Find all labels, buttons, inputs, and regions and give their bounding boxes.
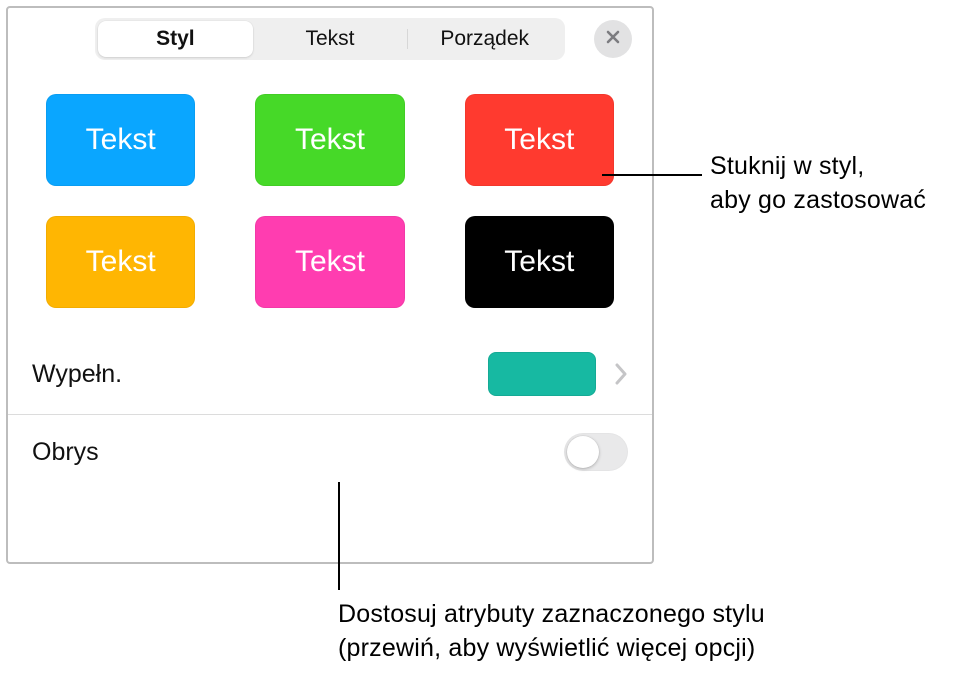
format-panel: Styl Tekst Porządek Tekst Tekst Tekst Te… — [6, 6, 654, 564]
fill-color-chip[interactable] — [488, 352, 596, 396]
fill-row[interactable]: Wypełn. — [8, 334, 652, 414]
style-swatch[interactable]: Tekst — [46, 216, 195, 308]
segmented-control: Styl Tekst Porządek — [95, 18, 565, 60]
tab-label: Tekst — [306, 27, 355, 51]
callout-text: Stuknij w styl, aby go zastosować — [710, 150, 960, 218]
style-swatch[interactable]: Tekst — [465, 94, 614, 186]
style-swatch[interactable]: Tekst — [46, 94, 195, 186]
swatch-label: Tekst — [295, 245, 365, 279]
fill-label: Wypełn. — [32, 360, 122, 389]
tab-arrange[interactable]: Porządek — [407, 21, 562, 57]
tab-label: Styl — [156, 27, 195, 51]
style-swatch[interactable]: Tekst — [465, 216, 614, 308]
tab-style[interactable]: Styl — [98, 21, 253, 57]
swatch-label: Tekst — [504, 245, 574, 279]
border-toggle[interactable] — [564, 433, 628, 471]
fill-value-group — [488, 352, 628, 396]
tab-text[interactable]: Tekst — [253, 21, 408, 57]
border-row: Obrys — [8, 414, 652, 489]
close-button[interactable] — [594, 20, 632, 58]
tab-bar: Styl Tekst Porządek — [8, 8, 652, 74]
chevron-right-icon — [614, 363, 628, 385]
style-swatch-grid: Tekst Tekst Tekst Tekst Tekst Tekst — [8, 74, 652, 316]
swatch-label: Tekst — [86, 245, 156, 279]
style-swatch[interactable]: Tekst — [255, 216, 404, 308]
border-label: Obrys — [32, 438, 99, 467]
callout-leader-line — [338, 482, 340, 590]
style-swatch[interactable]: Tekst — [255, 94, 404, 186]
swatch-label: Tekst — [86, 123, 156, 157]
callout-leader-line — [602, 174, 702, 176]
style-options: Wypełn. Obrys — [8, 316, 652, 489]
tab-label: Porządek — [440, 27, 529, 51]
swatch-label: Tekst — [504, 123, 574, 157]
callout-text: Dostosuj atrybuty zaznaczonego stylu (pr… — [338, 598, 958, 666]
close-icon — [605, 29, 621, 50]
switch-knob — [567, 436, 599, 468]
swatch-label: Tekst — [295, 123, 365, 157]
